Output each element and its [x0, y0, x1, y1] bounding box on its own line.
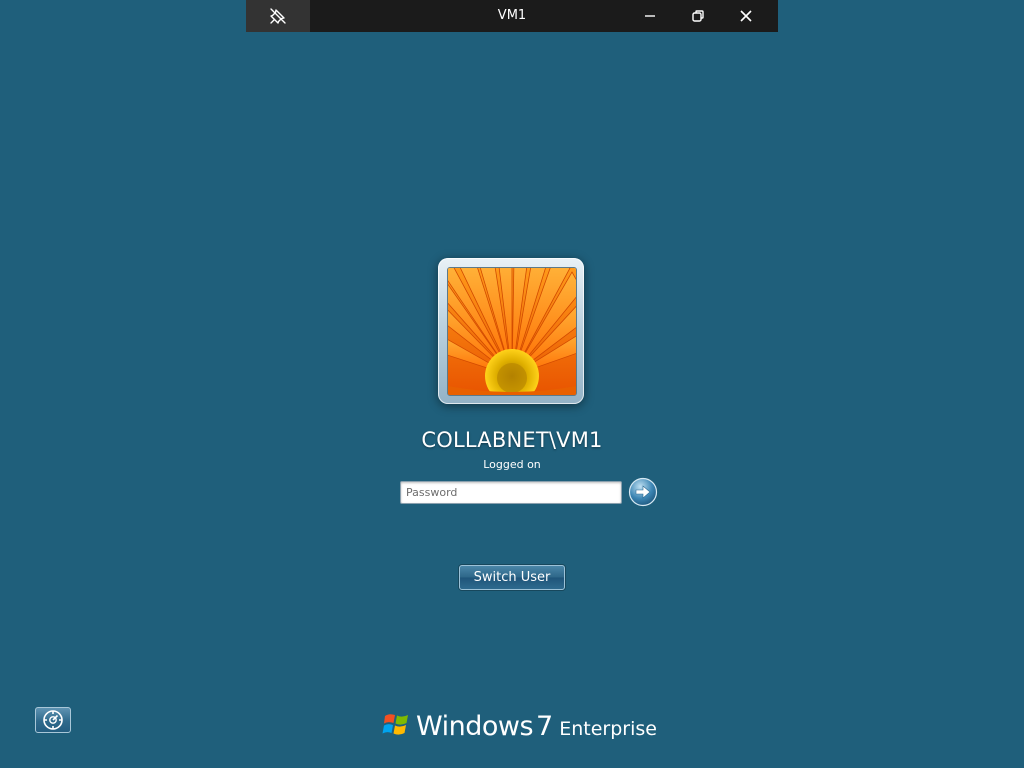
user-avatar	[447, 267, 577, 396]
user-status: Logged on	[483, 458, 541, 471]
brand-edition: Enterprise	[559, 718, 657, 740]
remote-session-bar: VM1	[246, 0, 778, 32]
arrow-right-icon	[628, 477, 658, 507]
user-name: COLLABNET\VM1	[421, 428, 603, 452]
ease-of-access-icon	[43, 710, 63, 730]
pin-off-button[interactable]	[246, 0, 310, 32]
submit-arrow-button[interactable]	[628, 477, 658, 507]
flower-picture	[448, 268, 576, 395]
restore-icon	[692, 10, 704, 22]
switch-user-button[interactable]: Switch User	[459, 565, 565, 590]
session-title: VM1	[497, 8, 527, 23]
close-icon	[740, 10, 752, 22]
pin-off-icon	[270, 8, 286, 24]
brand-windows: Windows	[416, 711, 534, 742]
windows-brand: Windows 7 Enterprise	[382, 704, 657, 744]
restore-button[interactable]	[674, 0, 722, 32]
brand-version: 7	[536, 711, 554, 742]
password-field[interactable]	[400, 481, 622, 504]
minimize-icon	[645, 15, 655, 17]
ease-of-access-button[interactable]	[35, 707, 71, 733]
close-button[interactable]	[722, 0, 770, 32]
minimize-button[interactable]	[626, 0, 674, 32]
windows-flag-icon	[382, 714, 408, 735]
user-tile	[438, 258, 584, 404]
